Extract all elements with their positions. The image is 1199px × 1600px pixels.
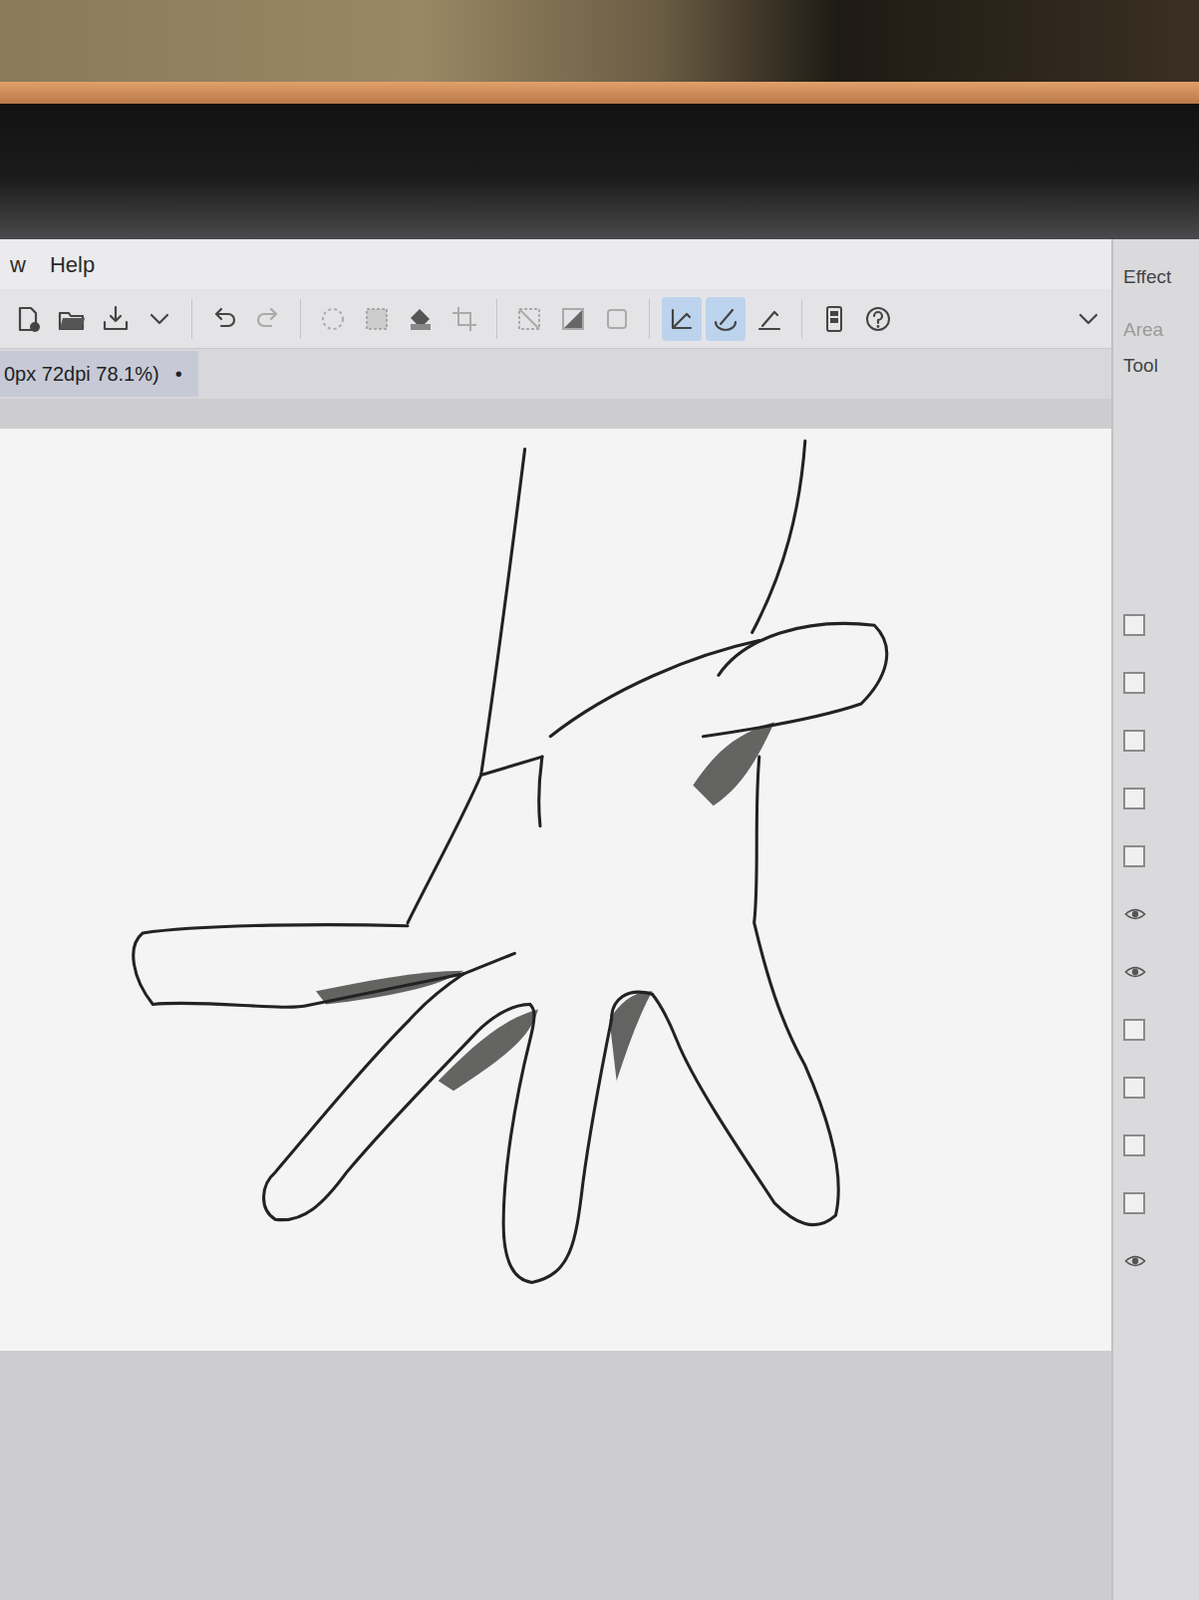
toolbar-button[interactable] [204, 297, 245, 341]
layer-row[interactable] [1123, 885, 1199, 943]
layer-row[interactable] [1123, 1174, 1199, 1232]
toolbar [0, 289, 1112, 349]
pen-pressure-icon [666, 303, 697, 334]
menu-item[interactable]: Help [49, 248, 95, 282]
menu-item[interactable]: w [9, 248, 26, 282]
toolbar-button[interactable] [858, 297, 899, 341]
chevron-down-icon [144, 303, 175, 334]
toolbar-separator [801, 299, 803, 339]
export-icon [100, 303, 131, 334]
deselect-icon [317, 303, 348, 334]
layer-row[interactable] [1123, 653, 1199, 712]
visibility-box[interactable] [1123, 1076, 1146, 1099]
frame-icon [601, 303, 632, 334]
toolbar-button[interactable] [400, 297, 441, 341]
panel-spacer [1123, 396, 1199, 597]
crop-icon [449, 303, 480, 334]
brush-pressure-icon [710, 303, 741, 334]
toolbar-separator [648, 299, 650, 339]
toolbar-button[interactable] [51, 297, 92, 341]
layer-row[interactable] [1123, 1058, 1199, 1117]
toolbar-button[interactable] [7, 297, 48, 341]
visibility-box[interactable] [1123, 1018, 1146, 1041]
layer-row[interactable] [1123, 769, 1199, 828]
hand-drawing [0, 428, 1132, 1351]
eye-icon[interactable] [1123, 901, 1148, 926]
eye-icon[interactable] [1123, 1248, 1148, 1273]
help-icon [863, 303, 894, 334]
toolbar-button[interactable] [444, 297, 485, 341]
toolbar-button[interactable] [95, 297, 136, 341]
redo-icon [253, 303, 284, 334]
tab-label: 0px 72dpi 78.1%) [3, 358, 160, 389]
canvas-paper[interactable] [0, 428, 1132, 1351]
visibility-box[interactable] [1123, 787, 1146, 810]
toolbar-button[interactable] [749, 297, 790, 341]
toolbar-button[interactable] [553, 297, 594, 341]
layer-row[interactable] [1123, 711, 1199, 770]
area-label: Area [1123, 315, 1199, 345]
fill-icon [405, 303, 436, 334]
toolbar-separator [299, 299, 301, 339]
select-all-icon [361, 303, 392, 334]
toolbar-button[interactable] [814, 297, 855, 341]
toolbar-button[interactable] [705, 297, 746, 341]
app-window: w Help 0px 72dpi 78.1%) • [0, 239, 1199, 1600]
visibility-box[interactable] [1123, 1192, 1146, 1214]
fill-selection-icon [558, 303, 589, 334]
toolbar-separator [191, 299, 193, 339]
toolbar-button[interactable] [139, 297, 180, 341]
toolbar-button[interactable] [597, 297, 637, 341]
layer-row[interactable] [1123, 1116, 1199, 1175]
toolbar-button[interactable] [356, 297, 397, 341]
visibility-box[interactable] [1123, 729, 1146, 752]
modified-mark: • [175, 358, 183, 389]
visibility-box[interactable] [1123, 1134, 1146, 1157]
document-tab[interactable]: 0px 72dpi 78.1%) • [0, 350, 199, 397]
toolbar-separator [496, 299, 498, 339]
tablet-icon [819, 303, 850, 334]
toolbar-button[interactable] [248, 297, 289, 341]
open-folder-icon [56, 303, 87, 334]
menu-bar: w Help [0, 239, 1112, 290]
toolbar-button[interactable] [661, 297, 702, 341]
visibility-box[interactable] [1123, 671, 1146, 694]
panel-title: Effect [1123, 263, 1199, 293]
visibility-box[interactable] [1123, 613, 1146, 636]
layer-row[interactable] [1123, 1231, 1199, 1290]
toolbar-button[interactable] [509, 297, 550, 341]
eraser-pressure-icon [754, 303, 785, 334]
undo-icon [209, 303, 240, 334]
visibility-box[interactable] [1123, 845, 1146, 868]
tab-bar: 0px 72dpi 78.1%) • [0, 348, 1112, 399]
room-background [0, 0, 1199, 82]
clear-icon [514, 303, 545, 334]
screen-edge [0, 81, 1199, 104]
layer-row[interactable] [1123, 827, 1199, 886]
new-file-icon [12, 303, 43, 334]
side-panel: Effect Area Tool [1111, 239, 1199, 1600]
toolbar-button[interactable] [312, 297, 353, 341]
tool-label: Tool [1123, 351, 1199, 381]
main-area: w Help 0px 72dpi 78.1%) • [0, 239, 1112, 1600]
screen-bezel [0, 103, 1199, 240]
chevron-down-icon [1073, 303, 1104, 334]
eye-icon[interactable] [1123, 959, 1148, 984]
layer-row[interactable] [1123, 942, 1199, 1001]
layer-row[interactable] [1123, 596, 1199, 654]
layer-row[interactable] [1123, 1000, 1199, 1059]
canvas-area [0, 398, 1112, 1600]
